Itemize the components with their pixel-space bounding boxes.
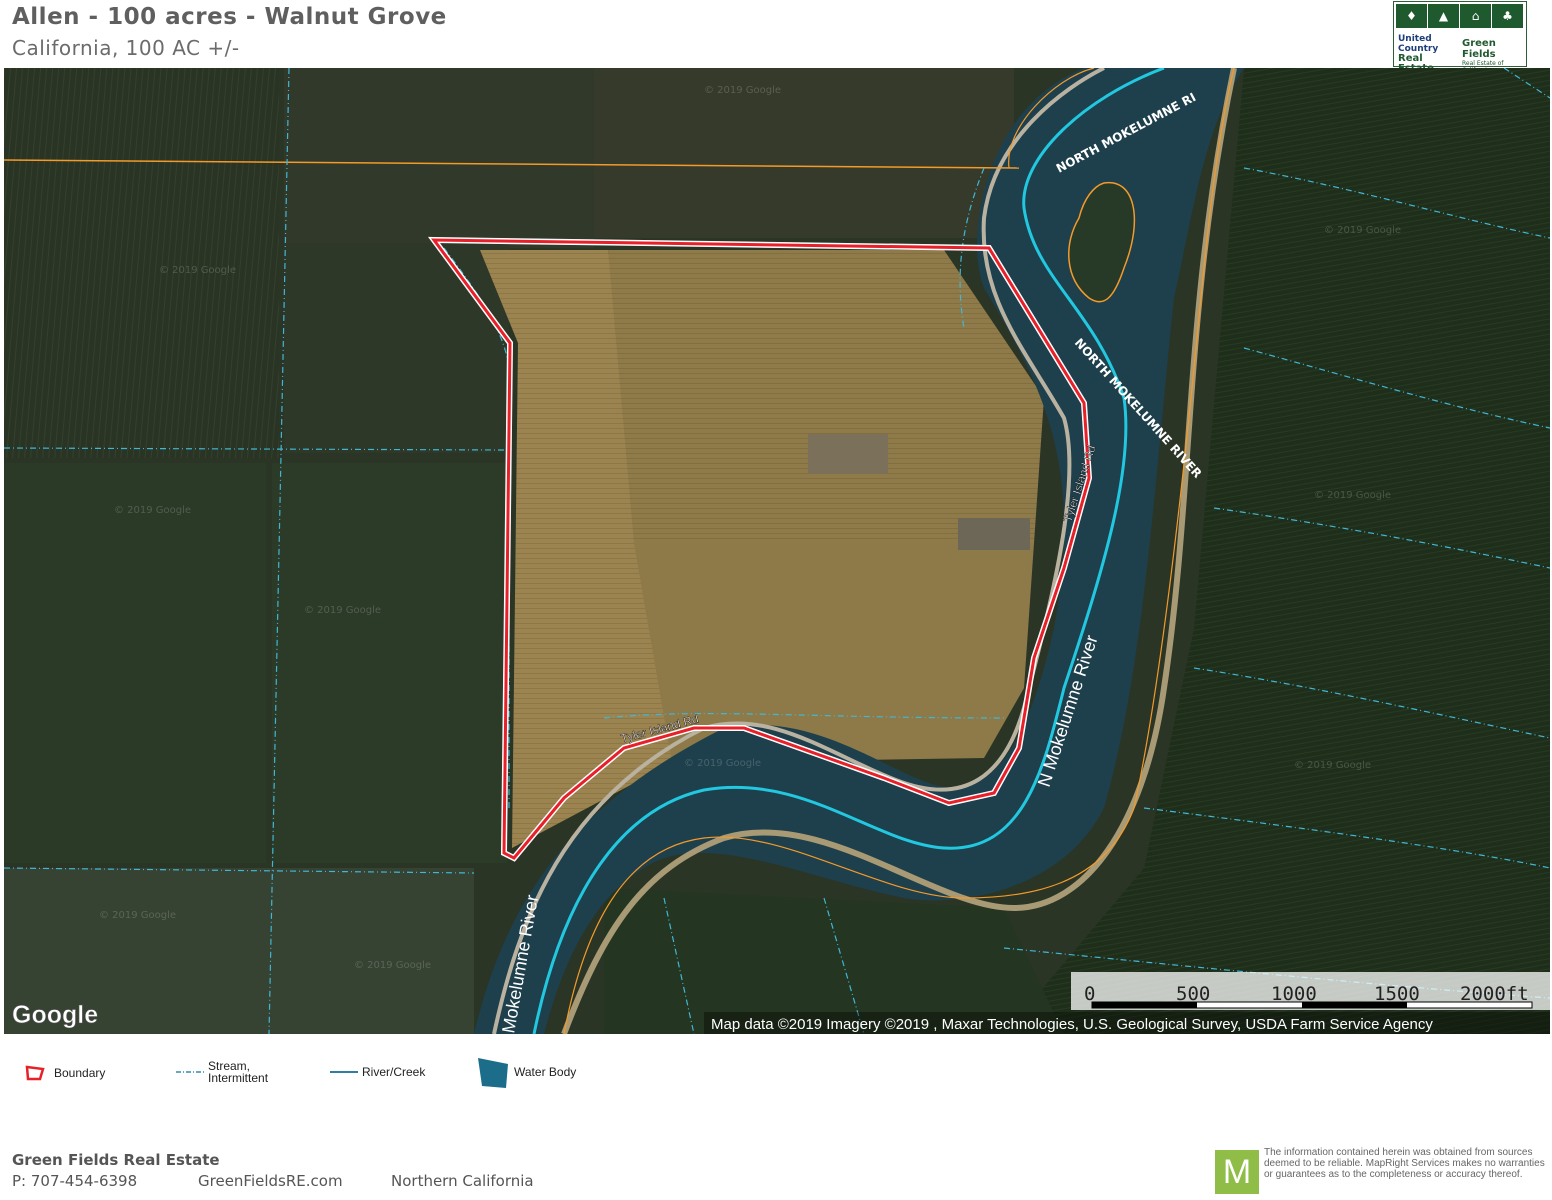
footer-company: Green Fields Real Estate <box>12 1151 220 1169</box>
watermark: © 2019 Google <box>704 85 781 96</box>
page-title: Allen - 100 acres - Walnut Grove <box>12 4 447 30</box>
field <box>4 68 279 458</box>
legend-item-water-body: Water Body <box>478 1056 576 1088</box>
watermark: © 2019 Google <box>159 265 236 276</box>
footer-phone: P: 707-454-6398 <box>12 1172 138 1190</box>
footer-disclaimer: The information contained herein was obt… <box>1264 1147 1545 1180</box>
page-subtitle: California, 100 AC +/- <box>12 36 240 60</box>
mountain-icon: ▲ <box>1428 4 1460 28</box>
field <box>4 463 266 863</box>
field <box>284 243 509 453</box>
google-logo: Google <box>12 1001 98 1029</box>
scale-bar: 0 500 1000 1500 2000ft <box>1071 972 1550 1010</box>
river-icon <box>330 1071 358 1073</box>
field <box>594 68 1014 238</box>
map-legend: Boundary Stream, Intermittent River/Cree… <box>0 1050 1552 1100</box>
footer-website[interactable]: GreenFieldsRE.com <box>198 1172 343 1190</box>
legend-item-river: River/Creek <box>330 1065 425 1079</box>
farm-yard <box>958 518 1030 550</box>
watermark: © 2019 Google <box>1294 760 1371 771</box>
company-logo: ♦ ▲ ⌂ ♣ United Country Real Estate Green… <box>1393 1 1527 74</box>
field <box>272 463 507 863</box>
tree-icon: ♣ <box>1492 4 1524 28</box>
watermark: © 2019 Google <box>354 960 431 971</box>
scale-tick: 2000ft <box>1460 983 1529 1005</box>
water-body-icon <box>478 1058 508 1088</box>
farm-yard <box>808 434 888 474</box>
legend-item-stream: Stream, Intermittent <box>176 1060 283 1084</box>
logo-strip: ♦ ▲ ⌂ ♣ <box>1396 4 1524 28</box>
stream-icon <box>176 1071 204 1073</box>
watermark: © 2019 Google <box>1324 225 1401 236</box>
mapright-logo: M <box>1215 1150 1259 1194</box>
field <box>284 68 594 248</box>
house-icon: ⌂ <box>1460 4 1492 28</box>
scale-tick: 1500 <box>1374 983 1420 1005</box>
map-attribution: Map data ©2019 Imagery ©2019 , Maxar Tec… <box>711 1016 1433 1033</box>
satellite-map: NORTH MOKELUMNE RI NORTH MOKELUMNE RIVER… <box>4 68 1550 1034</box>
watermark: © 2019 Google <box>1314 490 1391 501</box>
tractor-icon: ♦ <box>1396 4 1428 28</box>
scale-tick: 0 <box>1084 983 1095 1005</box>
map-view[interactable]: NORTH MOKELUMNE RI NORTH MOKELUMNE RIVER… <box>4 68 1550 1034</box>
scale-tick: 500 <box>1176 983 1210 1005</box>
boundary-icon <box>25 1065 45 1081</box>
watermark: © 2019 Google <box>99 910 176 921</box>
scale-tick: 1000 <box>1271 983 1317 1005</box>
footer-region: Northern California <box>391 1172 534 1190</box>
watermark: © 2019 Google <box>304 605 381 616</box>
watermark: © 2019 Google <box>684 758 761 769</box>
legend-item-boundary: Boundary <box>24 1064 105 1082</box>
watermark: © 2019 Google <box>114 505 191 516</box>
